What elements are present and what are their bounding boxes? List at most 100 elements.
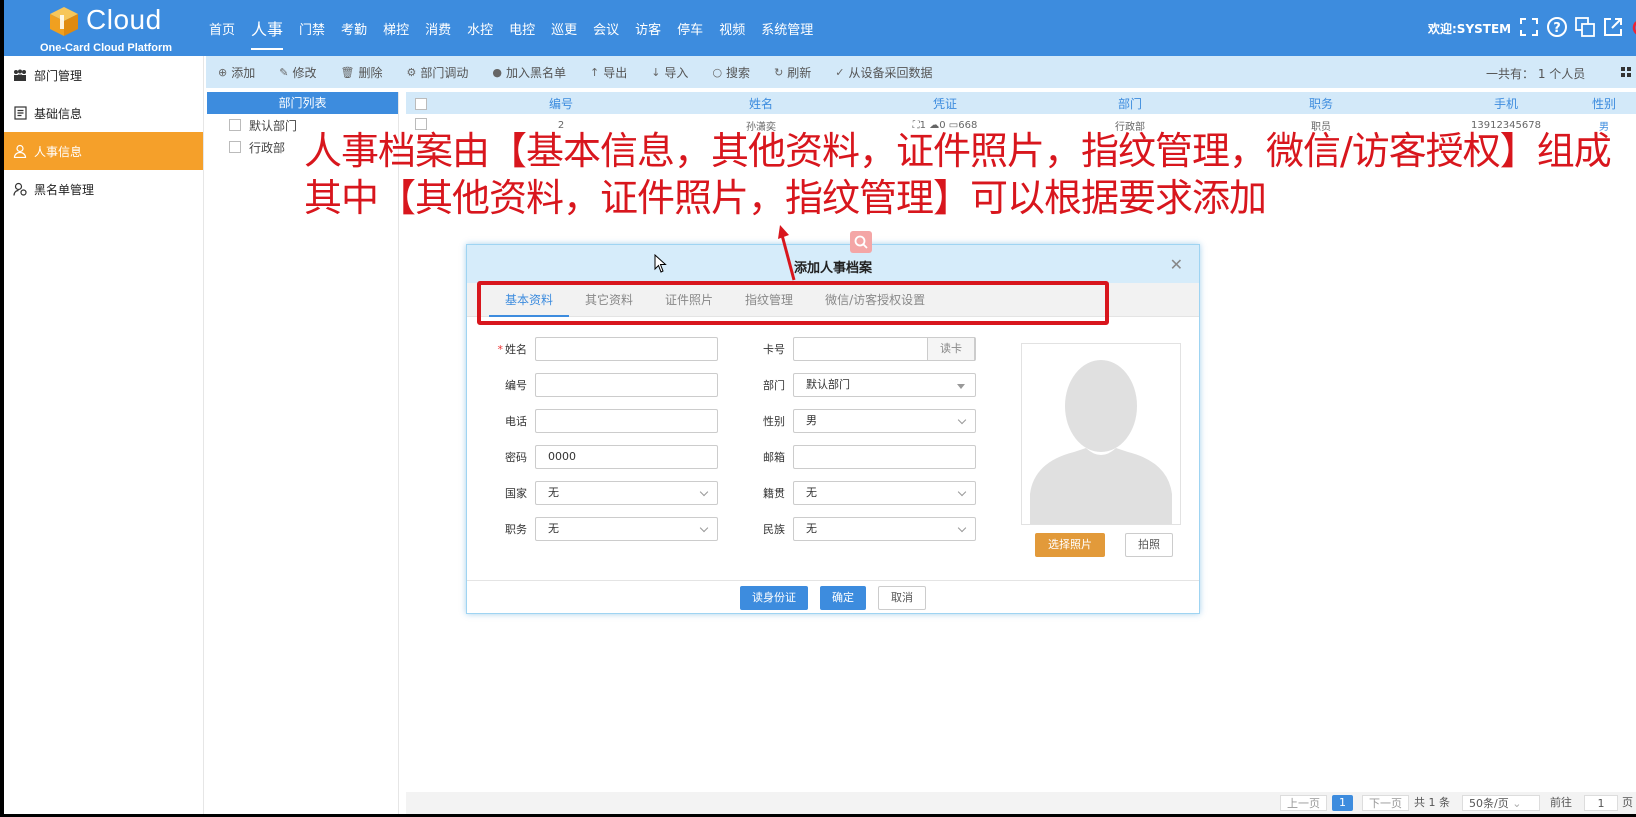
left-field-input-3[interactable]: 0000 [535, 445, 718, 469]
toolbar-button-9[interactable]: ✓ 从设备采回数据 [835, 64, 932, 81]
col-position[interactable]: 职务 [1206, 95, 1436, 112]
read-id-card-button[interactable]: 读身份证 [740, 585, 808, 610]
left-field-input-0[interactable] [535, 337, 718, 361]
check-icon: ✓ [835, 65, 845, 79]
fullscreen-icon[interactable] [1518, 16, 1540, 38]
goto-page-input[interactable]: 1 [1584, 795, 1618, 811]
sidebar-item-label: 部门管理 [34, 68, 83, 83]
right-field-input-5[interactable]: 无 [793, 517, 976, 541]
toolbar-button-7[interactable]: ○ 搜索 [712, 64, 750, 81]
nav-item-1[interactable]: 人事 [251, 14, 284, 50]
nav-item-4[interactable]: 梯控 [383, 17, 409, 40]
col-credential[interactable]: 凭证 [836, 95, 1054, 112]
left-field-label: * 姓名 [467, 341, 528, 357]
right-field-input-3[interactable] [793, 445, 976, 469]
right-field-input-0[interactable]: 读卡 [793, 337, 976, 361]
department-list-title: 部门列表 [207, 92, 398, 114]
search-float-icon[interactable] [850, 231, 872, 253]
language-switch-icon[interactable] [1574, 16, 1596, 38]
column-settings-icon[interactable] [1620, 66, 1632, 78]
field-label-text: 籍贯 [763, 487, 785, 500]
nav-item-3[interactable]: 考勤 [341, 17, 367, 40]
department-label: 行政部 [249, 140, 286, 155]
right-field-input-2[interactable]: 男 [793, 409, 976, 433]
blacklist-icon: ● [492, 65, 502, 79]
nav-item-7[interactable]: 电控 [509, 17, 535, 40]
right-field-input-1[interactable]: 默认部门 [793, 373, 976, 397]
toolbar-button-6[interactable]: ↓ 导入 [651, 64, 688, 81]
toolbar-button-label: 搜索 [726, 65, 751, 80]
nav-item-12[interactable]: 视频 [719, 17, 745, 40]
sidebar: 部门管理基础信息 人事信息黑名单管理 [4, 56, 204, 814]
annotation-arrow-icon [778, 225, 796, 281]
nav-item-6[interactable]: 水控 [467, 17, 493, 40]
nav-item-10[interactable]: 访客 [635, 17, 661, 40]
external-link-icon[interactable] [1602, 16, 1624, 38]
toolbar-button-8[interactable]: ↻ 刷新 [774, 64, 811, 81]
left-field-row: 电话 [467, 409, 718, 433]
sidebar-item-label: 黑名单管理 [34, 182, 95, 197]
field-label-text: 性别 [763, 415, 785, 428]
close-icon[interactable]: ✕ [1170, 255, 1183, 274]
edit-icon: ✎ [279, 65, 289, 79]
left-field-input-1[interactable] [535, 373, 718, 397]
left-field-row: 编号 [467, 373, 718, 397]
sidebar-item-3[interactable]: 黑名单管理 [4, 170, 203, 208]
cancel-button[interactable]: 取消 [878, 585, 926, 610]
col-id[interactable]: 编号 [436, 95, 686, 112]
sidebar-item-1[interactable]: 基础信息 [4, 94, 203, 132]
col-department[interactable]: 部门 [1054, 95, 1206, 112]
sidebar-item-0[interactable]: 部门管理 [4, 56, 203, 94]
field-label-text: 部门 [763, 379, 785, 392]
power-icon[interactable] [1630, 16, 1636, 38]
nav-item-13[interactable]: 系统管理 [761, 17, 813, 40]
logo-text: Cloud [86, 4, 162, 35]
page-size-select[interactable]: 50条/页 ⌄ [1462, 795, 1540, 811]
col-gender[interactable]: 性别 [1576, 95, 1632, 112]
right-field-label: 籍贯 [725, 485, 785, 501]
nav-item-5[interactable]: 消费 [425, 17, 451, 40]
right-field-input-4[interactable]: 无 [793, 481, 976, 505]
current-page[interactable]: 1 [1332, 795, 1353, 811]
department-checkbox[interactable] [229, 141, 241, 153]
nav-item-2[interactable]: 门禁 [299, 17, 325, 40]
left-field-input-2[interactable] [535, 409, 718, 433]
take-photo-button[interactable]: 拍照 [1125, 533, 1173, 557]
sidebar-item-2[interactable]: 人事信息 [4, 132, 203, 170]
logo: Cloud One-Card Cloud Platform [4, 0, 204, 56]
left-field-input-4[interactable]: 无 [535, 481, 718, 505]
toolbar-button-4[interactable]: ● 加入黑名单 [492, 64, 566, 81]
toolbar-button-2[interactable]: 🗑 删除 [340, 64, 382, 81]
prev-page-button[interactable]: 上一页 [1280, 795, 1327, 811]
confirm-button[interactable]: 确定 [820, 585, 866, 610]
nav-item-0[interactable]: 首页 [209, 17, 235, 40]
read-card-button[interactable]: 读卡 [927, 337, 975, 361]
left-field-input-5[interactable]: 无 [535, 517, 718, 541]
nav-item-9[interactable]: 会议 [593, 17, 619, 40]
delete-icon: 🗑 [340, 65, 355, 79]
right-field-label: 性别 [725, 413, 785, 429]
main-nav: 首页 人事 门禁 考勤 梯控 消费 水控 电控 巡更 会议 访客 停车 视频 系统管理 [209, 0, 813, 56]
blacklist-user-icon [12, 181, 28, 197]
welcome-text: 欢迎:SYSTEM [1428, 22, 1512, 36]
pagination: 上一页 1 下一页 共 1 条 50条/页 ⌄ 前往 1 页 [406, 792, 1636, 814]
top-navbar: Cloud One-Card Cloud Platform 首页 人事 门禁 考勤 梯控… [4, 0, 1636, 56]
left-field-label: 电话 [467, 413, 527, 429]
toolbar-button-0[interactable]: ⊕ 添加 [218, 64, 255, 81]
left-field-row: 职务无 [467, 517, 718, 541]
left-field-row: 国家无 [467, 481, 718, 505]
select-photo-button[interactable]: 选择照片 [1035, 533, 1105, 557]
total-records: 共 1 条 [1414, 796, 1450, 809]
toolbar-button-3[interactable]: ⚙ 部门调动 [406, 64, 468, 81]
toolbar-button-1[interactable]: ✎ 修改 [279, 64, 316, 81]
nav-item-8[interactable]: 巡更 [551, 17, 577, 40]
help-icon[interactable]: ? [1546, 16, 1568, 38]
nav-item-11[interactable]: 停车 [677, 17, 703, 40]
col-phone[interactable]: 手机 [1436, 95, 1576, 112]
select-all-checkbox[interactable] [415, 97, 427, 110]
next-page-button[interactable]: 下一页 [1362, 795, 1409, 811]
dialog-header: 添加人事档案 ✕ [467, 245, 1199, 283]
col-name[interactable]: 姓名 [686, 95, 836, 112]
toolbar-button-5[interactable]: ↑ 导出 [590, 64, 627, 81]
department-checkbox[interactable] [229, 119, 241, 131]
